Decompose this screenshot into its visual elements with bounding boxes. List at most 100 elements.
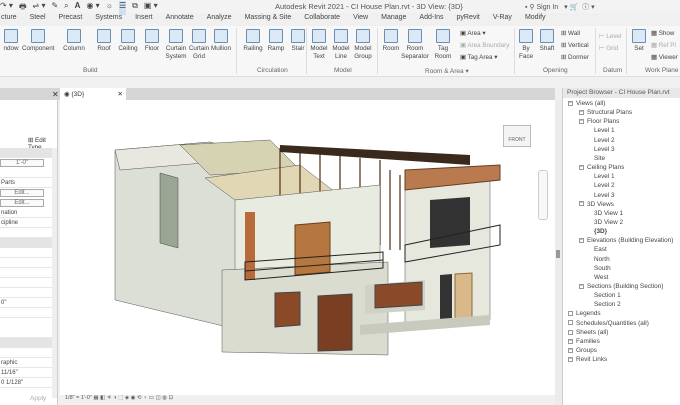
browser-item[interactable]: − Floor Plans	[579, 118, 619, 125]
expand-toggle-icon[interactable]: −	[579, 201, 584, 207]
property-value-button[interactable]: 1'-0"	[0, 159, 44, 167]
room-0-button[interactable]: Room	[380, 29, 402, 53]
browser-item[interactable]: East	[594, 246, 607, 253]
properties-scrollbar[interactable]	[52, 148, 57, 398]
expand-toggle-icon[interactable]: −	[579, 119, 584, 125]
tab-10[interactable]: Manage	[380, 14, 407, 26]
build-3-button[interactable]: Roof	[93, 29, 115, 53]
circ-1-button[interactable]: Ramp	[265, 29, 287, 53]
view-cube[interactable]: FRONT	[503, 125, 531, 147]
section-header[interactable]	[0, 338, 52, 348]
browser-item[interactable]: −3D Views	[579, 201, 614, 208]
opening-0-button[interactable]: By Face	[516, 29, 536, 60]
tab-3[interactable]: Systems	[94, 14, 123, 26]
browser-item[interactable]: − Elevations (Building Elevation)	[579, 237, 673, 244]
expand-toggle-icon[interactable]: −	[568, 100, 573, 106]
expand-toggle-icon[interactable]: −	[568, 347, 573, 353]
datum-small-1[interactable]: ⊢ Grid	[599, 45, 618, 52]
section-header[interactable]	[0, 238, 52, 248]
opening-small-1[interactable]: ⊞ Vertical	[561, 42, 589, 49]
tab-1[interactable]: Steel	[29, 14, 47, 26]
opening-1-button[interactable]: Shaft	[537, 29, 557, 53]
tab-6[interactable]: Analyze	[206, 14, 233, 26]
build-6-button[interactable]: Curtain System	[165, 29, 187, 60]
browser-item[interactable]: 3D View 2	[594, 219, 623, 226]
expand-toggle-icon[interactable]: −	[579, 109, 584, 115]
browser-item[interactable]: − Revit Links	[568, 356, 607, 363]
opening-small-0[interactable]: ⊞ Wall	[561, 30, 580, 37]
wp-small-2[interactable]: ▦ Viewer	[651, 54, 678, 61]
model-2-button[interactable]: Model Group	[352, 29, 374, 60]
expand-toggle-icon[interactable]	[568, 329, 573, 335]
browser-item[interactable]: South	[594, 265, 611, 272]
browser-item[interactable]: Level 3	[594, 146, 615, 153]
browser-item[interactable]: − Groups	[568, 347, 597, 354]
build-8-button[interactable]: Mullion	[210, 29, 232, 53]
browser-item[interactable]: Schedules/Quantities (all)	[568, 320, 649, 327]
expand-toggle-icon[interactable]: −	[568, 357, 573, 362]
property-value-button[interactable]: Edit...	[0, 189, 44, 197]
room-small-2[interactable]: ▣ Tag Area ▾	[460, 54, 497, 61]
build-4-button[interactable]: Ceiling	[117, 29, 139, 53]
room-1-button[interactable]: Room Separator	[400, 29, 430, 60]
browser-item[interactable]: Section 1	[594, 292, 621, 299]
close-icon[interactable]: ✕	[52, 90, 59, 99]
expand-toggle-icon[interactable]: −	[579, 283, 584, 289]
browser-item[interactable]: − Ceiling Plans	[579, 164, 624, 171]
tab-12[interactable]: pyRevit	[456, 14, 481, 26]
browser-item[interactable]: − Structural Plans	[579, 109, 632, 116]
browser-item[interactable]: Level 3	[594, 192, 615, 199]
room-small-1[interactable]: ▣ Area Boundary	[460, 42, 509, 49]
browser-item[interactable]: − Sections (Building Section)	[579, 283, 663, 290]
browser-item[interactable]: Level 1	[594, 127, 615, 134]
browser-item[interactable]: − Views (all)	[568, 100, 605, 107]
expand-toggle-icon[interactable]: −	[568, 338, 573, 344]
expand-toggle-icon[interactable]	[568, 311, 573, 317]
tab-3d-view[interactable]: ◉ {3D} ✕	[60, 88, 126, 100]
scale-selector[interactable]: 1/8" = 1'-0"	[60, 395, 92, 401]
tab-8[interactable]: Collaborate	[303, 14, 341, 26]
browser-item[interactable]: West	[594, 274, 608, 281]
circ-0-button[interactable]: Railing	[242, 29, 264, 53]
quick-access-toolbar[interactable]: ↷ ▾ 🖶 ⇌ ▾ ✎ ⌕ A ◉ ▾ ☼ ☰ ⧉ ▣ ▾	[0, 1, 158, 15]
tab-13[interactable]: V-Ray	[492, 14, 513, 26]
browser-item[interactable]: Site	[594, 155, 605, 162]
browser-item[interactable]: − Families	[568, 338, 600, 345]
set-button[interactable]: Set	[629, 29, 649, 53]
property-value-button[interactable]: Edit...	[0, 199, 44, 207]
browser-item[interactable]: 3D View 1	[594, 210, 623, 217]
expand-toggle-icon[interactable]: −	[579, 164, 584, 170]
tab-9[interactable]: View	[352, 14, 369, 26]
wp-small-1[interactable]: ▦ Ref Pl	[651, 42, 676, 49]
expand-toggle-icon[interactable]: −	[579, 238, 584, 244]
browser-item[interactable]: Legends	[568, 310, 601, 317]
model-0-button[interactable]: Model Text	[308, 29, 330, 60]
tab-5[interactable]: Annotate	[165, 14, 195, 26]
apply-button[interactable]: Apply	[30, 395, 46, 402]
wp-small-0[interactable]: ▦ Show	[651, 30, 674, 37]
browser-item[interactable]: Section 2	[594, 301, 621, 308]
tab-14[interactable]: Modify	[524, 14, 547, 26]
browser-item[interactable]: Sheets (all)	[568, 329, 608, 336]
build-1-button[interactable]: Component	[22, 29, 55, 53]
build-5-button[interactable]: Floor	[141, 29, 163, 53]
build-0-button[interactable]: ndow	[0, 29, 22, 53]
view-controls[interactable]: ▦ ◧ ☀ ◑ ⬚ ◈ ◉ ⟲ ♀ ▭ ◫ ◍ ⊡	[93, 395, 173, 401]
tab-7[interactable]: Massing & Site	[244, 14, 293, 26]
expand-toggle-icon[interactable]	[568, 320, 573, 326]
browser-item[interactable]: Level 2	[594, 182, 615, 189]
opening-small-2[interactable]: ⊞ Dormer	[561, 54, 589, 61]
model-1-button[interactable]: Model Line	[330, 29, 352, 60]
browser-item[interactable]: {3D}	[594, 228, 607, 235]
section-header[interactable]	[0, 148, 52, 158]
browser-item[interactable]: Level 2	[594, 137, 615, 144]
tab-11[interactable]: Add-Ins	[418, 14, 444, 26]
browser-item[interactable]: North	[594, 256, 610, 263]
navigation-bar[interactable]	[538, 170, 548, 220]
sign-in-button[interactable]: ▪ ⚲ Sign In ▾ 🛒 ⓘ ▾	[525, 2, 595, 12]
tab-2[interactable]: Precast	[58, 14, 84, 26]
datum-small-0[interactable]: ⊢ Level	[599, 33, 621, 40]
3d-viewport[interactable]: FRONT	[60, 100, 555, 395]
room-2-button[interactable]: Tag Room	[432, 29, 454, 60]
tab-4[interactable]: Insert	[134, 14, 154, 26]
